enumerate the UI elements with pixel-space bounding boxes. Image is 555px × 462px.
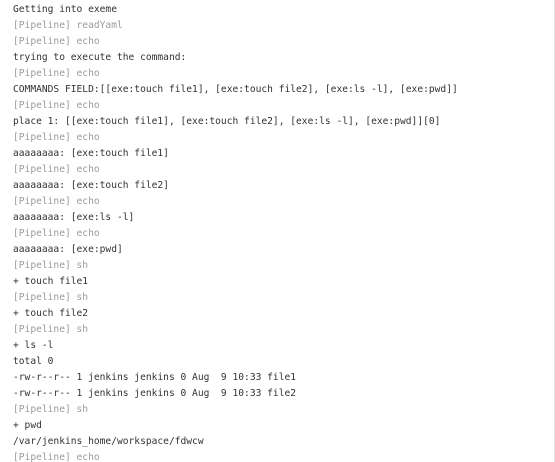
console-line: COMMANDS FIELD:[[exe:touch file1], [exe:…	[13, 84, 458, 95]
console-line: place 1: [[exe:touch file1], [exe:touch …	[13, 116, 441, 127]
console-line: Getting into exeme	[13, 4, 117, 15]
pipeline-step-line: [Pipeline] echo	[13, 164, 100, 175]
console-output: Getting into exeme [Pipeline] readYaml […	[0, 0, 555, 462]
console-line: aaaaaaaa: [exe:pwd]	[13, 244, 123, 255]
console-line: aaaaaaaa: [exe:touch file2]	[13, 180, 169, 191]
console-line: trying to execute the command:	[13, 52, 187, 63]
console-line: + touch file1	[13, 276, 89, 287]
console-line: + touch file2	[13, 308, 89, 319]
console-line: -rw-r--r-- 1 jenkins jenkins 0 Aug 9 10:…	[13, 388, 297, 399]
pipeline-step-line: [Pipeline] echo	[13, 196, 100, 207]
console-line: total 0	[13, 356, 54, 367]
pipeline-step-line: [Pipeline] echo	[13, 452, 100, 462]
console-line: + pwd	[13, 420, 42, 431]
pipeline-step-line: [Pipeline] sh	[13, 292, 89, 303]
pipeline-step-line: [Pipeline] sh	[13, 404, 89, 415]
console-line: -rw-r--r-- 1 jenkins jenkins 0 Aug 9 10:…	[13, 372, 297, 383]
pipeline-step-line: [Pipeline] echo	[13, 228, 100, 239]
console-line: aaaaaaaa: [exe:touch file1]	[13, 148, 169, 159]
pipeline-step-line: [Pipeline] echo	[13, 100, 100, 111]
pipeline-step-line: [Pipeline] sh	[13, 260, 89, 271]
console-line: /var/jenkins_home/workspace/fdwcw	[13, 436, 204, 447]
pipeline-step-line: [Pipeline] sh	[13, 324, 89, 335]
pipeline-step-line: [Pipeline] readYaml	[13, 20, 123, 31]
pipeline-step-line: [Pipeline] echo	[13, 36, 100, 47]
pipeline-step-line: [Pipeline] echo	[13, 132, 100, 143]
console-line: aaaaaaaa: [exe:ls -l]	[13, 212, 135, 223]
pipeline-step-line: [Pipeline] echo	[13, 68, 100, 79]
console-line: + ls -l	[13, 340, 54, 351]
